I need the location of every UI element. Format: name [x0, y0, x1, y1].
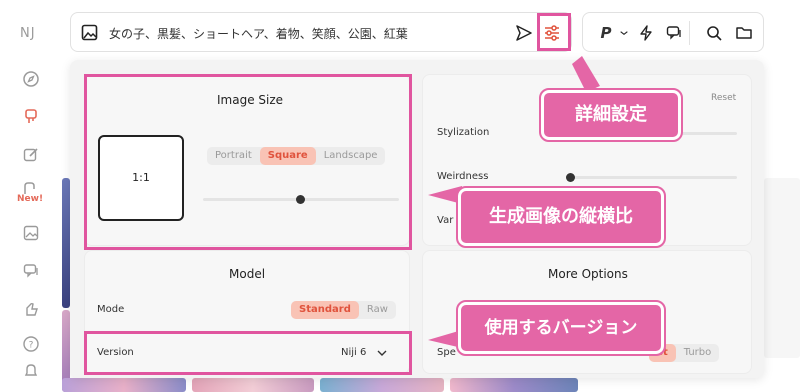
bell-icon[interactable]	[22, 362, 40, 380]
gallery-thumbnail[interactable]	[62, 178, 70, 308]
weirdness-label: Weirdness	[437, 171, 489, 182]
compass-icon[interactable]	[22, 70, 40, 88]
prompt-bar[interactable]: 女の子、黒髪、ショートヘア、着物、笑顔、公園、紅葉	[70, 12, 572, 52]
help-icon[interactable]: ?	[22, 335, 40, 353]
mode-raw[interactable]: Raw	[359, 301, 396, 319]
highlight-image-size	[84, 74, 412, 250]
speed-label: Spe	[437, 347, 456, 358]
weirdness-slider-handle[interactable]	[566, 173, 575, 182]
gallery-thumbnail[interactable]	[320, 378, 444, 392]
image-icon[interactable]	[22, 224, 40, 242]
lightning-icon[interactable]	[637, 24, 655, 42]
stylization-label: Stylization	[437, 127, 490, 138]
chevron-down-icon[interactable]	[615, 24, 633, 42]
toolbar-divider	[689, 21, 690, 45]
new-badge: New!	[17, 194, 44, 204]
callout-aspect-ratio: 生成画像の縦横比	[456, 186, 666, 248]
highlight-settings-button	[537, 13, 571, 51]
mode-standard[interactable]: Standard	[291, 301, 359, 319]
prompt-input[interactable]: 女の子、黒髪、ショートヘア、着物、笑顔、公園、紅葉	[109, 25, 408, 42]
thumbs-up-icon[interactable]	[22, 300, 40, 318]
app-logo[interactable]: NJ	[20, 26, 36, 41]
callout-detailed-settings: 詳細設定	[539, 88, 683, 142]
mode-label: Mode	[97, 304, 125, 315]
gallery-thumbnail[interactable]	[192, 378, 314, 392]
callout-version: 使用するバージョン	[456, 300, 666, 356]
model-title: Model	[229, 267, 266, 281]
chat-icon[interactable]	[22, 262, 40, 280]
gallery-thumbnail[interactable]	[450, 378, 578, 392]
personalize-button[interactable]: P	[597, 24, 615, 42]
image-icon[interactable]	[81, 24, 98, 41]
toolbar: P	[582, 12, 764, 52]
gallery-thumbnail[interactable]	[62, 378, 186, 392]
left-sidebar: NJ New! ?	[0, 0, 62, 392]
svg-text:?: ?	[29, 341, 34, 351]
highlight-version	[84, 331, 412, 375]
weirdness-slider-track[interactable]	[567, 176, 737, 179]
send-icon[interactable]	[515, 24, 533, 42]
edit-icon[interactable]	[22, 146, 40, 164]
more-options-title: More Options	[548, 267, 628, 281]
variety-label: Var	[437, 215, 454, 226]
speed-turbo[interactable]: Turbo	[676, 344, 720, 362]
reset-button[interactable]: Reset	[711, 93, 736, 103]
folder-icon[interactable]	[735, 24, 753, 42]
brush-icon[interactable]	[22, 108, 40, 126]
gallery-thumbnail[interactable]	[764, 178, 800, 358]
search-icon[interactable]	[705, 24, 723, 42]
mode-toggle: Standard Raw	[291, 301, 396, 319]
chat-icon[interactable]	[665, 24, 683, 42]
